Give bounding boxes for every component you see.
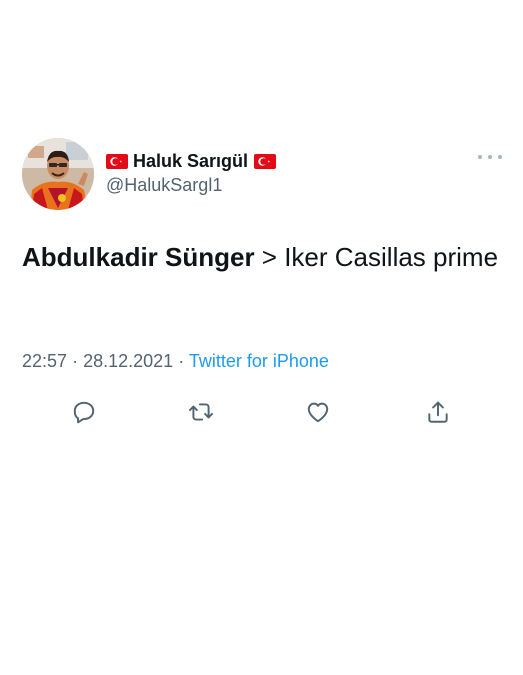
like-button[interactable] bbox=[302, 396, 334, 428]
tweet-time[interactable]: 22:57 bbox=[22, 351, 67, 371]
share-button[interactable] bbox=[422, 396, 454, 428]
reply-icon bbox=[73, 401, 95, 424]
share-icon bbox=[428, 401, 448, 423]
avatar-image bbox=[22, 138, 94, 210]
meta-separator: · bbox=[72, 351, 79, 371]
author-names: Haluk Sarıgül @HalukSargl1 bbox=[106, 150, 277, 196]
turkey-flag-icon bbox=[106, 153, 128, 169]
retweet-button[interactable] bbox=[185, 396, 217, 428]
reply-button[interactable] bbox=[68, 396, 100, 428]
display-name-row[interactable]: Haluk Sarıgül bbox=[106, 150, 277, 172]
tweet-text-bold: Abdulkadir Sünger bbox=[22, 242, 255, 272]
more-options-icon[interactable] bbox=[478, 152, 502, 162]
tweet-header: Haluk Sarıgül @HalukSargl1 bbox=[22, 138, 502, 210]
tweet-meta: 22:57 · 28.12.2021 · Twitter for iPhone bbox=[22, 351, 329, 372]
display-name: Haluk Sarıgül bbox=[133, 150, 249, 171]
tweet-date[interactable]: 28.12.2021 bbox=[83, 351, 173, 371]
tweet-card: Haluk Sarıgül @HalukSargl1 Abdulkadir Sü… bbox=[0, 0, 523, 675]
meta-separator: · bbox=[178, 351, 185, 371]
tweet-actions bbox=[68, 396, 456, 428]
avatar[interactable] bbox=[22, 138, 94, 210]
heart-icon bbox=[307, 402, 329, 423]
retweet-icon bbox=[188, 403, 214, 421]
author-handle[interactable]: @HalukSargl1 bbox=[106, 175, 276, 196]
tweet-source-link[interactable]: Twitter for iPhone bbox=[189, 351, 329, 371]
tweet-text-rest: > Iker Casillas prime bbox=[254, 242, 499, 272]
tweet-text: Abdulkadir Sünger > Iker Casillas prime bbox=[22, 238, 502, 277]
turkey-flag-icon bbox=[254, 153, 277, 169]
